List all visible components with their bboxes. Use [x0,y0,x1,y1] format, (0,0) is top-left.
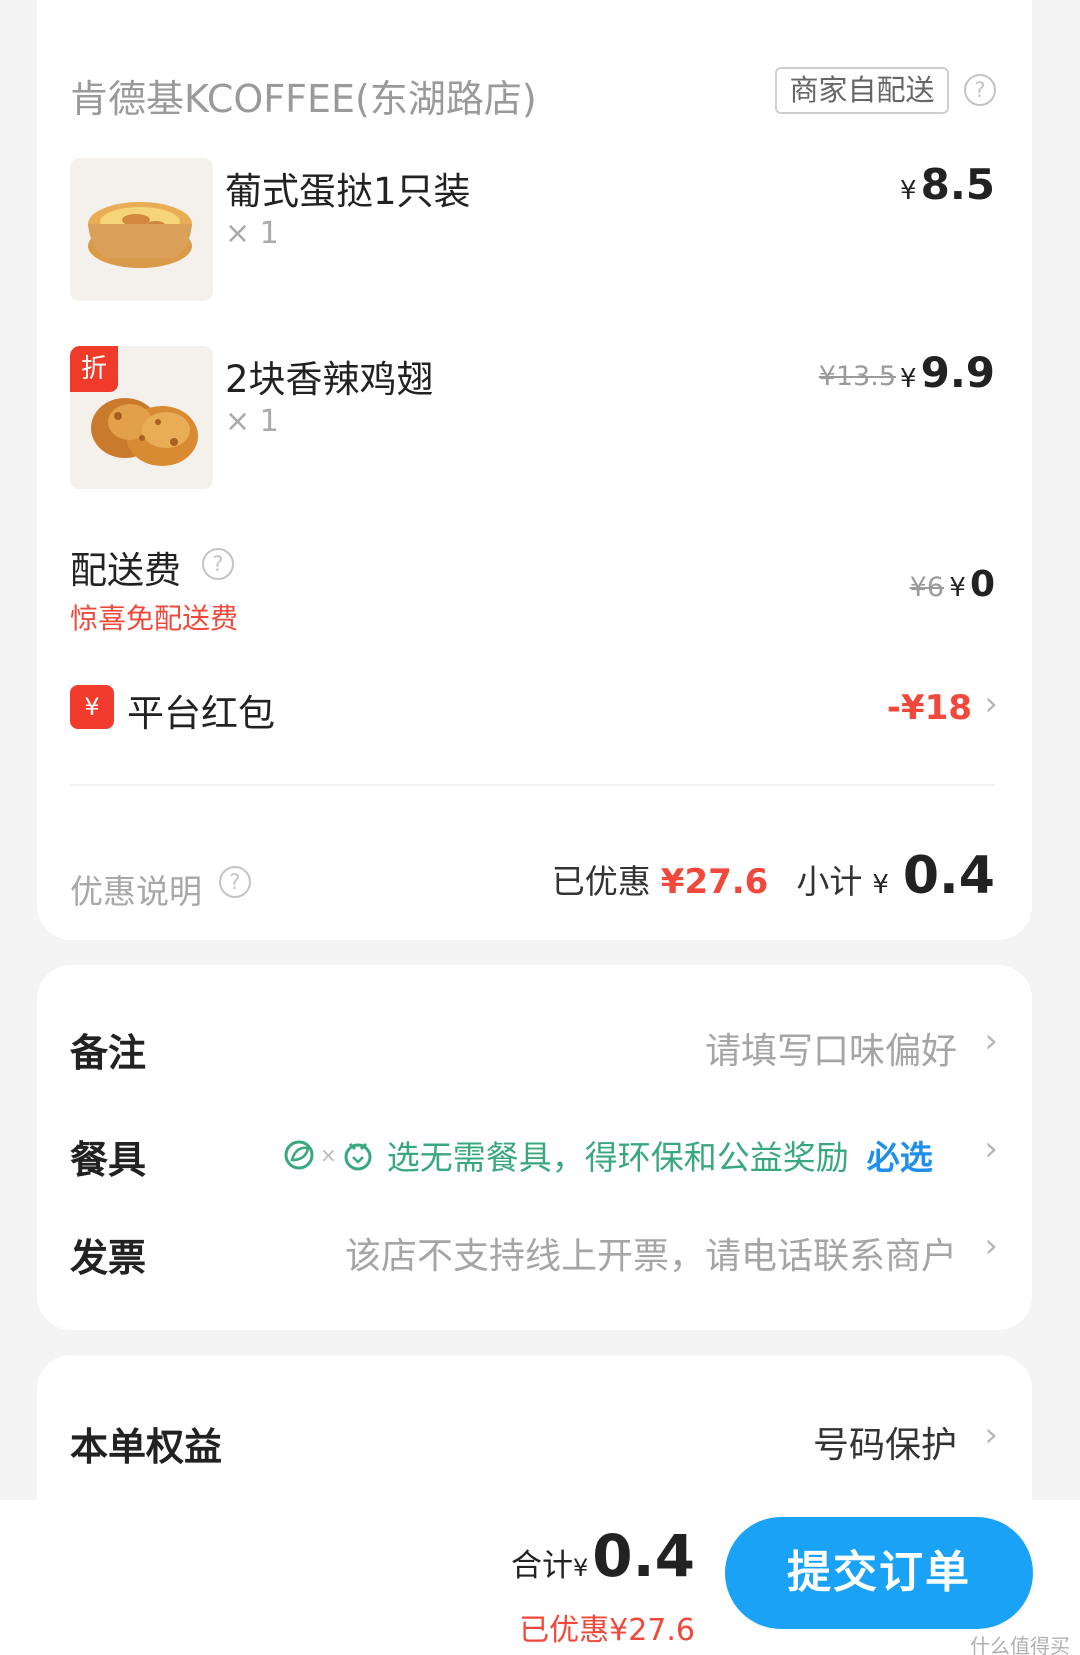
item-quantity: × 1 [225,404,279,439]
invoice-label: 发票 [70,1236,147,1280]
total-row: 合计 ¥ 0.4 [511,1522,695,1590]
total-saved: 已优惠¥27.6 [519,1613,695,1648]
subtotal-value: 0.4 [902,846,995,906]
leaf-icon [284,1140,314,1170]
currency-symbol: ¥ [949,573,966,603]
times-icon: × [320,1143,337,1167]
currency-symbol: ¥ [872,870,889,900]
currency-symbol: ¥ [572,1554,589,1582]
number-protection-link[interactable]: 号码保护 [813,1416,957,1468]
item-name[interactable]: 葡式蛋挞1只装 [225,161,471,215]
invoice-value[interactable]: 该店不支持线上开票，请电话联系商户 [345,1227,957,1279]
required-tag: 必选 [866,1138,933,1177]
item-image-chicken-wings[interactable]: 折 [70,346,213,489]
red-packet-icon: ¥ [70,685,114,729]
question-circle-icon[interactable]: ? [202,548,234,580]
delivery-type-badge: 商家自配送 [775,67,949,114]
question-circle-icon[interactable]: ? [219,866,251,898]
item-original-price: ¥13.5 [818,361,896,392]
summary-row: 已优惠 ¥27.6 小计 ¥ 0.4 [552,846,995,906]
order-summary-card: 肯德基KCOFFEE(东湖路店) 商家自配送 ? 葡式蛋挞1只装 × 1 ¥8.… [37,0,1032,940]
egg-tart-image [70,158,213,301]
chevron-right-icon[interactable]: › [984,1129,998,1169]
item-price-value: 8.5 [920,160,995,209]
charity-icon [344,1142,372,1171]
delivery-fee-amount: 0 [969,564,995,605]
chevron-right-icon[interactable]: › [984,1226,998,1266]
order-options-card: 备注 请填写口味偏好 › 餐具 × 选无需餐具，得环保和公益奖励 必选 › 发票… [37,965,1032,1330]
chevron-right-icon[interactable]: › [984,684,998,724]
item-name[interactable]: 2块香辣鸡翅 [225,349,434,403]
tableware-option[interactable]: × 选无需餐具，得环保和公益奖励 必选 [282,1131,933,1179]
delivery-fee-label: 配送费 [70,549,181,592]
discount-tag: 折 [70,346,118,392]
submit-order-button[interactable]: 提交订单 [725,1517,1033,1629]
currency-symbol: ¥ [900,364,917,394]
delivery-fee-original: ¥6 [909,572,944,603]
currency-symbol: ¥ [900,176,917,206]
total-amount: 0.4 [592,1522,695,1590]
chevron-right-icon[interactable]: › [984,1415,998,1455]
item-quantity: × 1 [225,216,279,251]
store-name[interactable]: 肯德基KCOFFEE(东湖路店) [70,68,537,123]
red-packet-amount[interactable]: -¥18 [887,688,972,728]
remark-input[interactable]: 请填写口味偏好 [705,1022,957,1074]
total-label: 合计 [510,1548,573,1584]
item-price: ¥9.9 [900,348,995,397]
free-delivery-note: 惊喜免配送费 [70,602,239,635]
subtotal-label: 小计 [796,862,863,901]
item-price-value: 9.9 [920,348,995,397]
chevron-right-icon[interactable]: › [984,1021,998,1061]
question-circle-icon[interactable]: ? [964,74,996,106]
watermark: 什么值得买 [970,1634,1070,1655]
checkout-bar: 合计 ¥ 0.4 已优惠¥27.6 提交订单 什么值得买 [0,1500,1080,1655]
divider [70,784,995,786]
saved-label: 已优惠 [551,862,651,901]
item-price: ¥8.5 [900,160,995,209]
tableware-label: 餐具 [70,1138,147,1182]
benefits-label: 本单权益 [70,1425,223,1469]
saved-amount: ¥27.6 [660,862,769,902]
remark-label: 备注 [70,1031,147,1075]
red-packet-label[interactable]: 平台红包 [127,683,275,737]
discount-explanation-label[interactable]: 优惠说明 [70,865,202,913]
benefits-card: 本单权益 号码保护 › [37,1355,1032,1515]
delivery-fee-value: ¥0 [949,564,995,605]
item-image-egg-tart[interactable] [70,158,213,301]
tableware-value: 选无需餐具，得环保和公益奖励 [386,1138,849,1177]
